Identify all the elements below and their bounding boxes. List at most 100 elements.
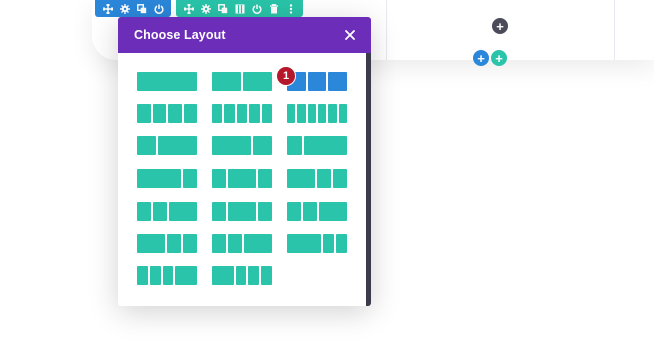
layout-column-block bbox=[158, 136, 197, 155]
layout-column-block bbox=[258, 169, 272, 188]
layout-option[interactable] bbox=[287, 202, 347, 221]
layout-column-block bbox=[168, 104, 182, 123]
layout-column-block bbox=[261, 104, 272, 123]
layout-column-block bbox=[212, 202, 226, 221]
layout-column-block bbox=[153, 202, 167, 221]
layout-column-block bbox=[183, 104, 197, 123]
layout-column-block bbox=[212, 234, 226, 253]
close-icon[interactable] bbox=[343, 28, 357, 42]
layout-column-block bbox=[235, 266, 247, 285]
layout-column-block bbox=[287, 234, 321, 253]
layout-option[interactable] bbox=[212, 104, 272, 123]
layout-column-block bbox=[252, 136, 272, 155]
layout-column-block bbox=[228, 202, 256, 221]
layout-column-block bbox=[287, 136, 302, 155]
layout-option[interactable] bbox=[212, 234, 272, 253]
duplicate-icon[interactable] bbox=[133, 0, 150, 17]
layout-column-block bbox=[322, 234, 334, 253]
layout-column-block bbox=[333, 169, 347, 188]
layout-column-block bbox=[137, 169, 181, 188]
modal-header: Choose Layout bbox=[118, 17, 371, 53]
layout-column-block bbox=[303, 202, 317, 221]
layout-option[interactable] bbox=[287, 234, 347, 253]
more-icon[interactable] bbox=[282, 0, 299, 17]
gear-icon[interactable] bbox=[116, 0, 133, 17]
layout-option[interactable] bbox=[137, 169, 197, 188]
layout-column-block bbox=[169, 202, 197, 221]
layout-column-block bbox=[137, 136, 157, 155]
layout-option[interactable] bbox=[212, 266, 272, 285]
layout-option[interactable] bbox=[137, 234, 197, 253]
layout-column-block bbox=[137, 234, 165, 253]
layout-option[interactable] bbox=[287, 136, 347, 155]
layout-column-block bbox=[175, 266, 197, 285]
column-divider bbox=[386, 0, 387, 60]
step-badge: 1 bbox=[277, 67, 295, 85]
power-icon[interactable] bbox=[150, 0, 167, 17]
layout-column-block bbox=[248, 266, 260, 285]
add-module-button[interactable]: + bbox=[492, 18, 508, 34]
layout-option[interactable] bbox=[137, 72, 197, 91]
layout-column-block bbox=[307, 104, 316, 123]
layout-column-block bbox=[307, 72, 327, 91]
layout-column-block bbox=[212, 104, 223, 123]
layout-column-block bbox=[303, 136, 347, 155]
layout-option[interactable] bbox=[137, 266, 197, 285]
layout-column-block bbox=[328, 104, 337, 123]
layout-column-block bbox=[149, 266, 161, 285]
layout-column-block bbox=[212, 72, 241, 91]
layout-column-block bbox=[287, 202, 301, 221]
modal-scrollbar[interactable] bbox=[366, 53, 371, 306]
add-section-button[interactable]: + bbox=[473, 50, 489, 66]
move-icon[interactable] bbox=[99, 0, 116, 17]
layout-column-block bbox=[167, 234, 181, 253]
layout-column-block bbox=[152, 104, 166, 123]
layout-column-block bbox=[287, 169, 315, 188]
layout-column-block bbox=[319, 202, 347, 221]
layout-column-block bbox=[137, 72, 197, 91]
layout-column-block bbox=[212, 266, 234, 285]
columns-icon[interactable] bbox=[231, 0, 248, 17]
move-icon[interactable] bbox=[180, 0, 197, 17]
layout-column-block bbox=[137, 104, 151, 123]
layout-column-block bbox=[317, 169, 331, 188]
duplicate-icon[interactable] bbox=[214, 0, 231, 17]
layout-column-block bbox=[236, 104, 248, 123]
choose-layout-modal: Choose Layout bbox=[118, 17, 371, 306]
layout-column-block bbox=[137, 266, 148, 285]
layout-option[interactable] bbox=[212, 136, 272, 155]
layout-column-block bbox=[228, 234, 242, 253]
layout-column-block bbox=[212, 169, 226, 188]
layout-column-block bbox=[249, 104, 260, 123]
layout-option[interactable] bbox=[137, 202, 197, 221]
layout-column-block bbox=[243, 72, 272, 91]
layout-option[interactable] bbox=[287, 169, 347, 188]
layout-option[interactable] bbox=[287, 104, 347, 123]
layout-grid bbox=[118, 53, 366, 306]
power-icon[interactable] bbox=[248, 0, 265, 17]
layout-column-block bbox=[183, 234, 197, 253]
layout-column-block bbox=[317, 104, 327, 123]
layout-column-block bbox=[228, 169, 256, 188]
layout-option[interactable] bbox=[137, 136, 197, 155]
layout-column-block bbox=[297, 104, 306, 123]
layout-column-block bbox=[162, 266, 174, 285]
gear-icon[interactable] bbox=[197, 0, 214, 17]
layout-column-block bbox=[261, 266, 272, 285]
layout-column-block bbox=[137, 202, 151, 221]
row-toolbar bbox=[176, 0, 303, 17]
trash-icon[interactable] bbox=[265, 0, 282, 17]
layout-option[interactable] bbox=[212, 202, 272, 221]
layout-column-block bbox=[258, 202, 272, 221]
layout-option[interactable] bbox=[287, 72, 347, 91]
layout-option[interactable] bbox=[137, 104, 197, 123]
modal-title: Choose Layout bbox=[134, 28, 226, 42]
layout-option[interactable] bbox=[212, 169, 272, 188]
layout-option[interactable] bbox=[212, 72, 272, 91]
add-row-button[interactable]: + bbox=[491, 50, 507, 66]
layout-column-block bbox=[244, 234, 272, 253]
layout-column-block bbox=[212, 136, 251, 155]
layout-column-block bbox=[287, 104, 296, 123]
layout-column-block bbox=[335, 234, 347, 253]
layout-column-block bbox=[338, 104, 347, 123]
